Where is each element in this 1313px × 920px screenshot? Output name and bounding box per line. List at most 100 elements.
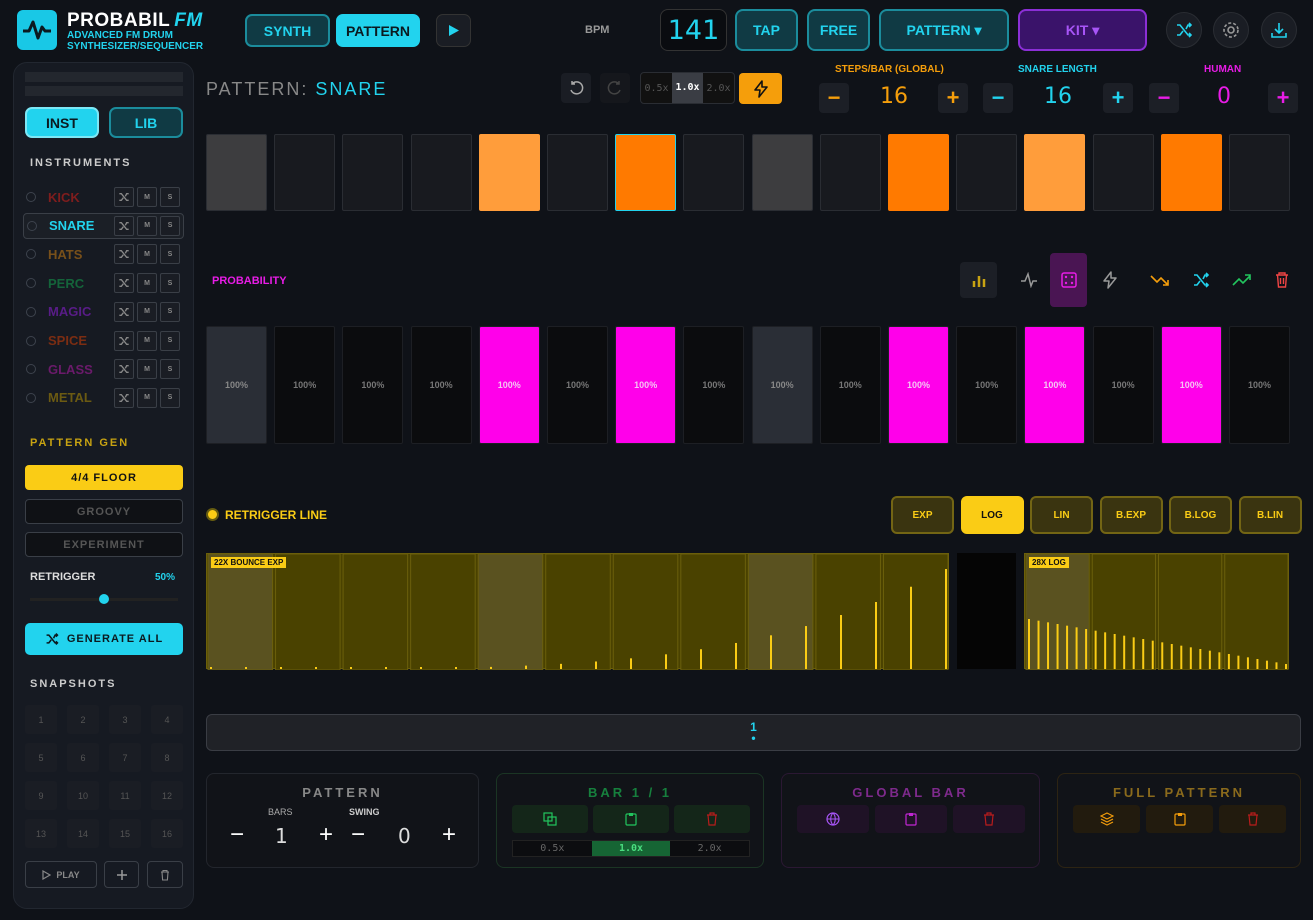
instrument-solo-button[interactable]: S	[160, 387, 180, 408]
instrument-mute-button[interactable]: M	[137, 187, 157, 207]
pattern-menu-button[interactable]: PATTERN ▾	[879, 9, 1009, 51]
bar-speed-2-0x[interactable]: 2.0x	[670, 843, 749, 854]
instrument-row-metal[interactable]: METAL M S	[23, 385, 184, 411]
swing-minus-button[interactable]: −	[347, 821, 369, 848]
tap-button[interactable]: TAP	[735, 9, 798, 51]
probability-cell[interactable]: 100%	[683, 326, 745, 444]
probability-cell[interactable]: 100%	[751, 326, 813, 444]
snapshot-slot[interactable]: 10	[67, 781, 99, 810]
instrument-radio[interactable]	[26, 364, 36, 375]
probability-cell[interactable]: 100%	[1092, 326, 1154, 444]
step-cell[interactable]	[342, 134, 404, 211]
steps-plus-button[interactable]: +	[938, 83, 968, 113]
instrument-row-spice[interactable]: SPICE M S	[23, 328, 184, 354]
instrument-mute-button[interactable]: M	[137, 359, 157, 380]
retrigger-empty-step[interactable]	[957, 553, 1016, 669]
speed-1-0x[interactable]: 1.0x	[672, 73, 703, 103]
download-button[interactable]	[1261, 12, 1297, 48]
length-plus-button[interactable]: +	[1103, 83, 1133, 113]
instrument-radio[interactable]	[27, 220, 37, 231]
full-delete-button[interactable]	[1219, 805, 1286, 833]
snapshot-play-button[interactable]: PLAY	[25, 861, 97, 888]
curve-b-log-button[interactable]: B.LOG	[1169, 496, 1232, 534]
human-plus-button[interactable]: +	[1268, 83, 1298, 113]
snapshot-slot[interactable]: 13	[25, 819, 57, 848]
snapshot-delete-button[interactable]	[147, 861, 183, 888]
dice-tool[interactable]	[1050, 253, 1087, 307]
step-cell[interactable]	[683, 134, 745, 211]
step-cell[interactable]	[478, 134, 540, 211]
bar-delete-button[interactable]	[674, 805, 750, 833]
instrument-radio[interactable]	[26, 249, 36, 260]
instrument-row-kick[interactable]: KICK M S	[23, 184, 184, 210]
snapshot-slot[interactable]: 8	[151, 743, 183, 772]
step-cell[interactable]	[410, 134, 472, 211]
probability-cell[interactable]: 100%	[342, 326, 404, 444]
curve-log-button[interactable]: LOG	[960, 496, 1024, 534]
step-cell[interactable]	[956, 134, 1018, 211]
shuffle-tool[interactable]	[1182, 262, 1219, 298]
instrument-solo-button[interactable]: S	[160, 330, 180, 351]
instrument-radio[interactable]	[26, 306, 36, 317]
bars-plus-button[interactable]: +	[315, 821, 337, 848]
step-cell[interactable]	[547, 134, 608, 211]
snapshot-slot[interactable]: 14	[67, 819, 99, 848]
speed-2-0x[interactable]: 2.0x	[703, 83, 734, 94]
randomize-button[interactable]	[1166, 12, 1202, 48]
pulse-tool[interactable]	[1010, 262, 1047, 298]
instrument-mute-button[interactable]: M	[137, 215, 158, 236]
instrument-random-button[interactable]	[114, 387, 134, 408]
step-cell[interactable]	[751, 134, 813, 211]
probability-cell[interactable]: 100%	[478, 326, 540, 444]
snapshot-slot[interactable]: 1	[25, 705, 57, 734]
snapshot-slot[interactable]: 5	[25, 743, 57, 772]
probability-cell[interactable]: 100%	[1024, 326, 1086, 444]
step-cell[interactable]	[1024, 134, 1086, 211]
lightning-button[interactable]	[739, 73, 782, 104]
instrument-random-button[interactable]	[114, 330, 134, 351]
probability-cell[interactable]: 100%	[1229, 326, 1290, 444]
instrument-random-button[interactable]	[114, 273, 134, 294]
instrument-random-button[interactable]	[114, 301, 134, 322]
step-cell[interactable]	[1092, 134, 1154, 211]
global-apply-button[interactable]	[797, 805, 869, 833]
instrument-mute-button[interactable]: M	[137, 273, 157, 294]
snapshot-slot[interactable]: 11	[109, 781, 141, 810]
probability-cell[interactable]: 100%	[819, 326, 881, 444]
instrument-solo-button[interactable]: S	[160, 187, 180, 207]
tab-inst[interactable]: INST	[25, 107, 99, 138]
instrument-row-snare[interactable]: SNARE M S	[23, 212, 184, 239]
snapshot-slot[interactable]: 2	[67, 705, 99, 734]
instrument-random-button[interactable]	[114, 187, 134, 207]
bar-speed-1-0x[interactable]: 1.0x	[591, 841, 671, 856]
retrigger-line-toggle[interactable]	[206, 508, 219, 521]
step-cell[interactable]	[274, 134, 336, 211]
instrument-random-button[interactable]	[114, 244, 134, 265]
tab-synth[interactable]: SYNTH	[245, 14, 330, 47]
snapshot-slot[interactable]: 3	[109, 705, 141, 734]
gen-experiment-button[interactable]: EXPERIMENT	[25, 532, 183, 557]
instrument-mute-button[interactable]: M	[137, 301, 157, 322]
snapshot-slot[interactable]: 6	[67, 743, 99, 772]
instrument-solo-button[interactable]: S	[160, 301, 180, 322]
swing-plus-button[interactable]: +	[438, 821, 460, 848]
bar-copy-button[interactable]	[512, 805, 588, 833]
speed-0-5x[interactable]: 0.5x	[641, 83, 672, 94]
bpm-value[interactable]: 141	[660, 9, 727, 51]
curve-b-lin-button[interactable]: B.LIN	[1238, 496, 1302, 534]
step-cell[interactable]	[1229, 134, 1290, 211]
step-cell[interactable]	[1160, 134, 1222, 211]
probability-cell[interactable]: 100%	[547, 326, 608, 444]
snapshot-slot[interactable]: 15	[109, 819, 141, 848]
bar-speed-selector[interactable]: 0.5x 1.0x 2.0x	[512, 840, 750, 857]
instrument-row-magic[interactable]: MAGIC M S	[23, 299, 184, 325]
clear-tool[interactable]	[1263, 262, 1300, 298]
instrument-solo-button[interactable]: S	[160, 244, 180, 265]
snapshot-slot[interactable]: 4	[151, 705, 183, 734]
instrument-radio[interactable]	[26, 335, 36, 346]
generate-all-button[interactable]: GENERATE ALL	[25, 623, 183, 655]
decrease-tool[interactable]	[1141, 262, 1178, 298]
bar-paste-button[interactable]	[593, 805, 669, 833]
curve-exp-button[interactable]: EXP	[891, 496, 954, 534]
snapshot-slot[interactable]: 7	[109, 743, 141, 772]
